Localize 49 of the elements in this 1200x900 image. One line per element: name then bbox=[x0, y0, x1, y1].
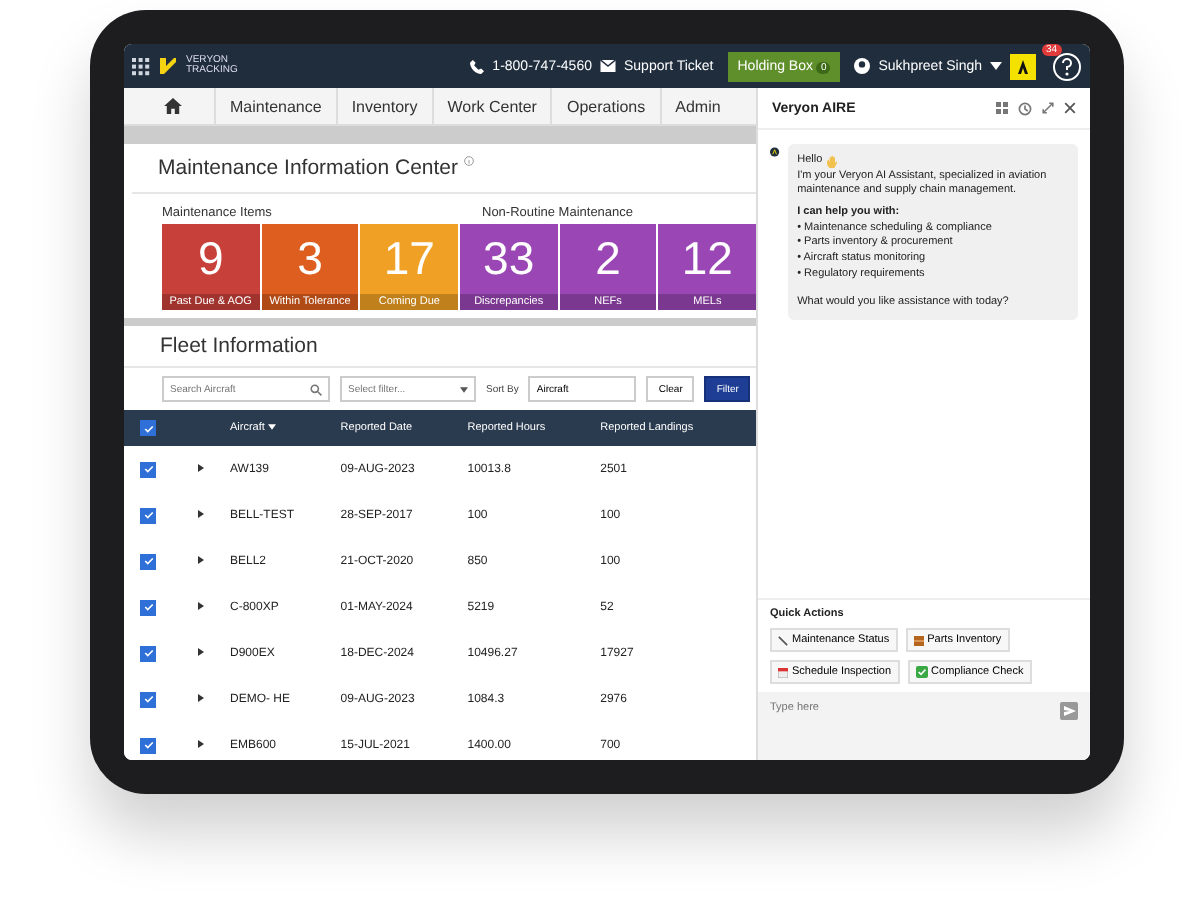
row-checkbox[interactable] bbox=[140, 461, 156, 477]
section-title: Fleet Information bbox=[124, 326, 756, 368]
close-icon[interactable] bbox=[1064, 102, 1076, 114]
calendar-icon bbox=[778, 667, 788, 677]
assistant-avatar-icon bbox=[770, 144, 780, 160]
expand-icon[interactable] bbox=[197, 739, 203, 747]
check-icon bbox=[915, 666, 928, 678]
nav-tab[interactable]: Operations bbox=[550, 88, 660, 124]
phone-icon bbox=[470, 59, 485, 73]
help-icon[interactable] bbox=[1052, 51, 1082, 81]
row-checkbox[interactable] bbox=[140, 645, 156, 661]
stat-value: 3 bbox=[297, 230, 323, 288]
stat-value: 9 bbox=[197, 230, 224, 288]
nav-tab[interactable]: Maintenance bbox=[214, 88, 336, 124]
row-checkbox[interactable] bbox=[140, 507, 156, 523]
stat-value: 17 bbox=[383, 230, 435, 288]
row-checkbox[interactable] bbox=[140, 691, 156, 707]
section-title: Maintenance Information Center bbox=[158, 156, 458, 180]
select-all-checkbox[interactable] bbox=[140, 420, 156, 436]
nav-tab[interactable]: Inventory bbox=[335, 88, 432, 124]
waving-hand-icon bbox=[826, 155, 839, 168]
expand-icon[interactable] bbox=[197, 647, 203, 655]
row-checkbox[interactable] bbox=[140, 737, 156, 753]
history-icon[interactable] bbox=[1018, 101, 1032, 115]
search-icon bbox=[310, 383, 322, 395]
expand-icon[interactable] bbox=[197, 693, 203, 701]
stat-value: 33 bbox=[483, 230, 535, 288]
row-checkbox[interactable] bbox=[140, 599, 156, 615]
row-checkbox[interactable] bbox=[140, 553, 156, 569]
user-icon bbox=[854, 58, 871, 74]
nav-tab[interactable]: Work Center bbox=[431, 88, 551, 124]
expand-icon[interactable] bbox=[197, 463, 203, 471]
send-button[interactable] bbox=[1060, 702, 1078, 720]
mail-icon bbox=[600, 60, 616, 72]
sort-caret-icon[interactable] bbox=[267, 424, 276, 430]
assistant-logo-icon[interactable] bbox=[1010, 53, 1036, 79]
stat-value: 2 bbox=[595, 230, 621, 288]
nav-tab[interactable]: Admin bbox=[659, 88, 735, 124]
expand-icon[interactable] bbox=[197, 509, 203, 517]
info-icon[interactable] bbox=[464, 156, 474, 166]
stat-value: 12 bbox=[681, 230, 733, 288]
logo-icon bbox=[158, 56, 178, 76]
box-icon bbox=[913, 635, 924, 645]
expand-icon[interactable] bbox=[197, 601, 203, 609]
expand-icon[interactable] bbox=[197, 555, 203, 563]
caret-icon bbox=[460, 386, 468, 392]
caret-icon[interactable] bbox=[990, 62, 1002, 70]
app-grid-icon[interactable] bbox=[132, 57, 150, 75]
home-icon[interactable] bbox=[164, 98, 182, 114]
